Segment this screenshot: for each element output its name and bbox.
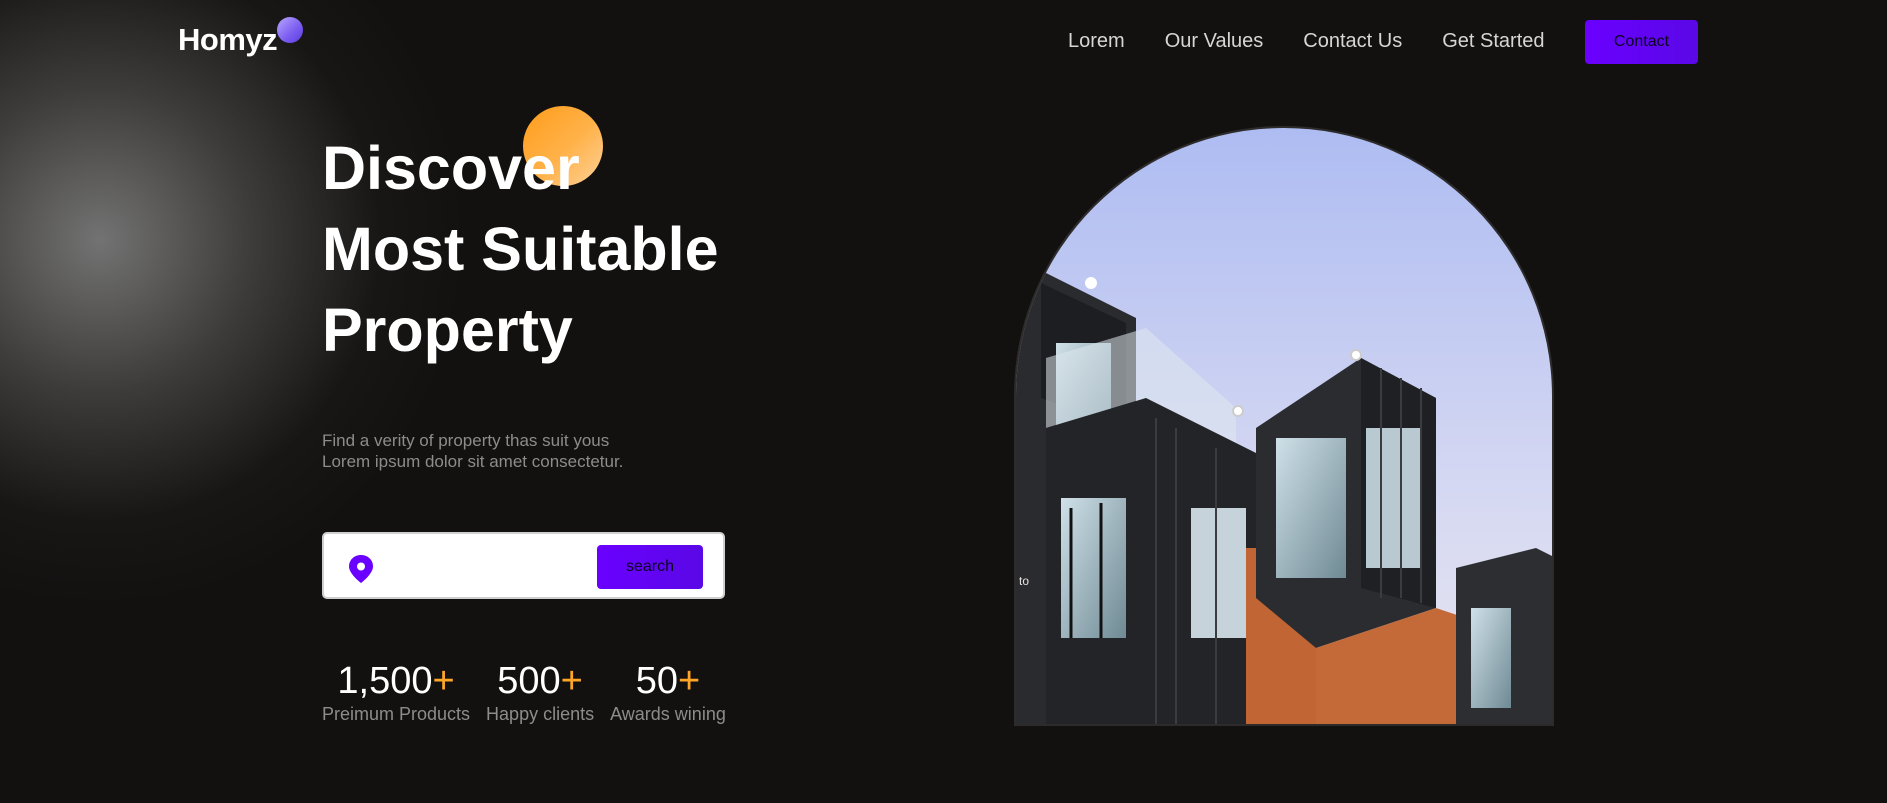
hero-title-line: Discover xyxy=(322,134,580,202)
hero-subtitle: Find a verity of property thas suit yous… xyxy=(322,430,623,472)
search-bar: search xyxy=(322,532,725,599)
hero-title-line: Most Suitable xyxy=(322,215,719,283)
nav-link-get-started[interactable]: Get Started xyxy=(1442,30,1544,53)
nav-link-our-values[interactable]: Our Values xyxy=(1165,30,1264,53)
main-nav: Lorem Our Values Contact Us Get Started xyxy=(1068,30,1545,53)
nav-link-lorem[interactable]: Lorem xyxy=(1068,30,1125,53)
stat-number: 50+ xyxy=(635,660,701,702)
hero-building-image: to xyxy=(1014,126,1554,726)
image-alt-fragment: to xyxy=(1019,574,1030,588)
search-input[interactable] xyxy=(384,550,584,582)
stat-item: 50+ Awards wining xyxy=(610,660,726,725)
contact-button[interactable]: Contact xyxy=(1585,20,1698,64)
hero-title-line: Property xyxy=(322,296,573,364)
stat-number: 1,500+ xyxy=(337,660,455,702)
hero-subtitle-line: Lorem ipsum dolor sit amet consectetur. xyxy=(322,452,624,471)
logo-dot-decoration xyxy=(277,17,303,43)
page: Homyz Lorem Our Values Contact Us Get St… xyxy=(0,0,1887,803)
stat-item: 500+ Happy clients xyxy=(486,660,594,725)
stat-label: Happy clients xyxy=(486,704,595,724)
hero-title: Discover Most Suitable Property xyxy=(322,128,822,371)
stat-label: Awards wining xyxy=(610,704,726,724)
stats-row: 1,500+ Preimum Products 500+ Happy clien… xyxy=(322,660,726,725)
search-button[interactable]: search xyxy=(597,545,703,589)
building-illustration xyxy=(1016,128,1552,724)
nav-link-contact-us[interactable]: Contact Us xyxy=(1303,30,1402,53)
stat-number: 500+ xyxy=(497,660,583,702)
stat-item: 1,500+ Preimum Products xyxy=(322,660,470,725)
stat-label: Preimum Products xyxy=(322,704,471,724)
hero-subtitle-line: Find a verity of property thas suit yous xyxy=(322,431,610,450)
location-pin-icon xyxy=(349,555,373,583)
logo[interactable]: Homyz xyxy=(178,22,278,58)
